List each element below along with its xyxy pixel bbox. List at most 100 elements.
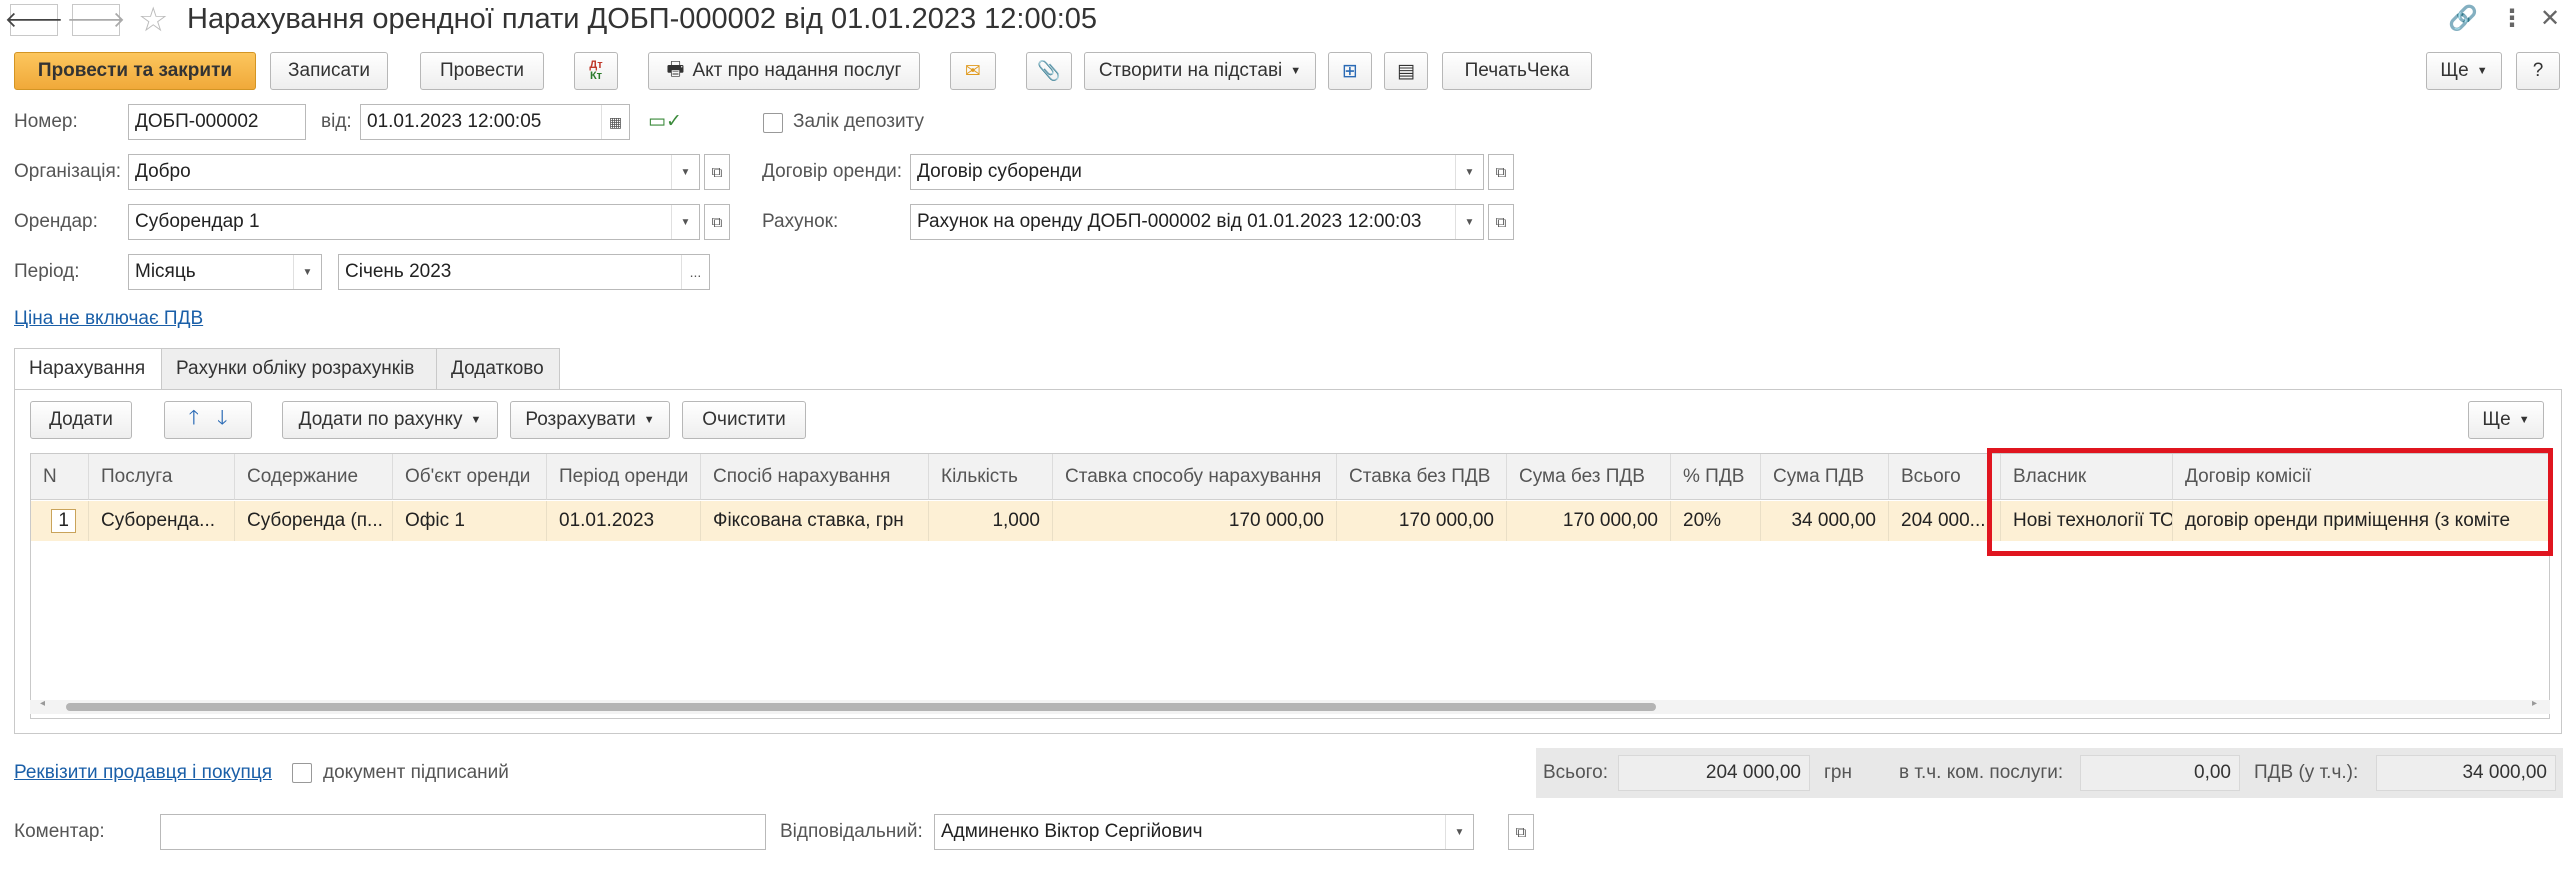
requisites-link[interactable]: Реквізити продавця і покупця [14,762,272,784]
post-status-icon[interactable]: ▭✓ [648,110,682,133]
vat-link[interactable]: Ціна не включає ПДВ [14,308,203,330]
invoice-field[interactable]: Рахунок на оренду ДОБП-000002 від 01.01.… [910,204,1484,240]
post-button[interactable]: Провести [420,52,544,90]
column-header-method-rate[interactable]: Ставка способу нарахування [1053,454,1337,500]
open-tenant-button[interactable]: ⧉ [704,204,730,240]
column-header-sum-no-vat[interactable]: Сума без ПДВ [1507,454,1671,500]
date-field[interactable]: 01.01.2023 12:00:05 ▦ [360,104,630,140]
clear-button[interactable]: Очистити [682,401,806,439]
table-cell[interactable]: 170 000,00 [1337,501,1507,541]
dt-kt-button[interactable]: Дт Кт [574,52,618,90]
organization-label: Організація: [14,161,122,182]
print-check-button[interactable]: ПечатьЧека [1442,52,1592,90]
table-cell[interactable]: 170 000,00 [1053,501,1337,541]
period-field[interactable]: Січень 2023 ... [338,254,710,290]
tab-additional[interactable]: Додатково [436,348,560,390]
close-icon[interactable]: ✕ [2540,4,2560,33]
column-header-vat-sum[interactable]: Сума ПДВ [1761,454,1889,500]
table-cell[interactable]: Суборенда... [89,501,235,541]
help-button[interactable]: ? [2516,52,2560,90]
column-header-quantity[interactable]: Кількість [929,454,1053,500]
column-header-object[interactable]: Об'єкт оренди [393,454,547,500]
table-cell[interactable]: 170 000,00 [1507,501,1671,541]
table-cell[interactable]: 1,000 [929,501,1053,541]
column-header-method[interactable]: Спосіб нарахування [701,454,929,500]
scrollbar-thumb[interactable] [66,703,1656,711]
calculate-button[interactable]: Розрахувати ▼ [510,401,670,439]
table-cell[interactable]: 34 000,00 [1761,501,1889,541]
tenant-value: Суборендар 1 [135,211,260,232]
table-more-label: Ще [2482,409,2511,430]
more-button[interactable]: Ще ▼ [2426,52,2502,90]
column-header-service[interactable]: Послуга [89,454,235,500]
tab-accruals[interactable]: Нарахування [14,348,162,390]
chevron-down-icon[interactable]: ▼ [671,205,699,239]
column-header-n[interactable]: N [31,454,89,500]
ellipsis-icon[interactable]: ... [681,255,709,289]
create-based-on-button[interactable]: Створити на підставі ▼ [1084,52,1316,90]
calendar-icon[interactable]: ▦ [601,105,629,139]
comment-field[interactable] [160,814,766,850]
period-type-field[interactable]: Місяць ▼ [128,254,322,290]
column-header-period[interactable]: Період оренди [547,454,701,500]
scroll-left-icon[interactable]: ◂ [40,698,45,709]
horizontal-scrollbar[interactable]: ◂ ▸ [30,698,2550,714]
table-cell[interactable]: Суборенда (п... [235,501,393,541]
tab-accounts[interactable]: Рахунки обліку розрахунків [161,348,437,390]
scroll-right-icon[interactable]: ▸ [2532,698,2537,709]
column-header-vat-percent[interactable]: % ПДВ [1671,454,1761,500]
table-cell[interactable]: Нові технології ТОВ [2001,501,2173,541]
table-cell[interactable]: 1 [31,501,89,541]
more-vertical-icon[interactable]: ⋮ [2500,4,2524,33]
post-and-close-button[interactable]: Провести та закрити [14,52,256,90]
table-cell[interactable]: 204 000... [1889,501,2001,541]
table-cell[interactable]: 20% [1671,501,1761,541]
table-cell[interactable]: Офіс 1 [393,501,547,541]
chevron-down-icon[interactable]: ▼ [1455,205,1483,239]
star-icon[interactable]: ☆ [138,0,168,40]
structure-button[interactable]: ⊞ [1328,52,1372,90]
arrow-up-icon[interactable]: 🡑 [189,403,199,437]
chevron-down-icon: ▼ [2476,65,2488,77]
open-responsible-button[interactable]: ⧉ [1508,814,1534,850]
table-more-button[interactable]: Ще ▼ [2468,401,2544,439]
email-button[interactable]: ✉ [950,52,996,90]
tenant-field[interactable]: Суборендар 1 ▼ [128,204,700,240]
attach-button[interactable]: 📎 [1026,52,1072,90]
open-invoice-button[interactable]: ⧉ [1488,204,1514,240]
table-cell[interactable]: 01.01.2023 [547,501,701,541]
forward-button[interactable]: 🡒 [67,4,126,36]
open-organization-button[interactable]: ⧉ [704,154,730,190]
link-icon[interactable]: 🔗 [2448,4,2478,33]
column-header-total[interactable]: Всього [1889,454,2001,500]
table-cell[interactable]: договір оренди приміщення (з коміте [2173,501,2549,541]
save-button[interactable]: Записати [270,52,388,90]
chevron-down-icon[interactable]: ▼ [293,255,321,289]
column-header-commission-contract[interactable]: Договір комісії [2173,454,2549,500]
contract-label: Договір оренди: [762,161,903,182]
column-header-content[interactable]: Содержание [235,454,393,500]
column-header-rate-no-vat[interactable]: Ставка без ПДВ [1337,454,1507,500]
open-contract-button[interactable]: ⧉ [1488,154,1514,190]
report-button[interactable]: ▤ [1384,52,1428,90]
add-button[interactable]: Додати [30,401,132,439]
organization-field[interactable]: Добро ▼ [128,154,700,190]
arrow-down-icon[interactable]: 🡓 [217,403,227,437]
chevron-down-icon[interactable]: ▼ [1445,815,1473,849]
column-header-owner[interactable]: Власник [2001,454,2173,500]
move-buttons[interactable]: 🡑 🡓 [164,401,252,439]
responsible-field[interactable]: Админенко Віктор Сергійович ▼ [934,814,1474,850]
signed-checkbox[interactable] [292,763,312,783]
currency-label: грн [1824,762,1852,783]
chevron-down-icon[interactable]: ▼ [1455,155,1483,189]
deposit-checkbox[interactable] [763,113,783,133]
back-button[interactable]: 🡐 [5,4,64,36]
number-field[interactable]: ДОБП-000002 [128,104,306,140]
act-button[interactable]: 🖶 Акт про надання послуг [648,52,920,90]
contract-field[interactable]: Договір суборенди ▼ [910,154,1484,190]
chevron-down-icon[interactable]: ▼ [671,155,699,189]
accruals-table[interactable]: N Послуга Содержание Об'єкт оренди Періо… [30,453,2550,719]
open-external-icon: ⧉ [1495,163,1507,181]
add-by-invoice-button[interactable]: Додати по рахунку ▼ [282,401,498,439]
table-cell[interactable]: Фіксована ставка, грн [701,501,929,541]
